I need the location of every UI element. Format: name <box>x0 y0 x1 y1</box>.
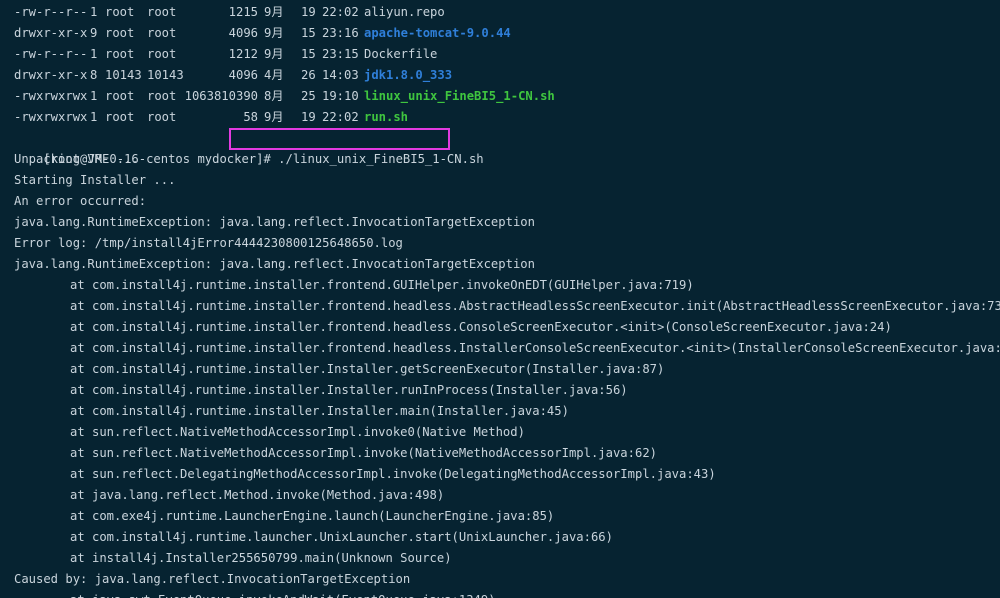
listing-month: 4月 <box>264 68 284 82</box>
listing-dirname: apache-tomcat-9.0.44 <box>364 26 511 40</box>
stack-trace-line: at com.install4j.runtime.installer.front… <box>70 341 1000 355</box>
stack-trace-line: at com.install4j.runtime.installer.Insta… <box>70 383 628 397</box>
listing-group: root <box>147 5 177 19</box>
listing-time: 22:02 <box>322 110 359 124</box>
listing-row: -rwxrwxrwx 1 root root 58 9月 19 22:02 ru… <box>14 107 408 128</box>
listing-month: 9月 <box>264 5 284 19</box>
caused-by-line: Caused by: java.lang.reflect.InvocationT… <box>14 572 411 586</box>
listing-perms: drwxr-xr-x <box>14 68 88 82</box>
listing-row: -rwxrwxrwx 1 root root 1063810390 8月 25 … <box>14 86 555 107</box>
listing-perms: -rw-r--r-- <box>14 5 88 19</box>
listing-filename: Dockerfile <box>364 47 438 61</box>
listing-owner: root <box>105 110 135 124</box>
listing-size: 58 <box>243 110 258 124</box>
listing-row: drwxr-xr-x 8 10143 10143 4096 4月 26 14:0… <box>14 65 452 86</box>
listing-perms: -rwxrwxrwx <box>14 89 88 103</box>
listing-owner: root <box>105 47 135 61</box>
stack-trace-line: at sun.reflect.DelegatingMethodAccessorI… <box>70 467 716 481</box>
stack-trace-line: at com.install4j.runtime.installer.front… <box>70 299 1000 313</box>
listing-month: 9月 <box>264 26 284 40</box>
output-line: Error log: /tmp/install4jError4444230800… <box>14 236 403 250</box>
listing-owner: root <box>105 26 135 40</box>
output-line: An error occurred: <box>14 194 147 208</box>
stack-trace-line: at com.install4j.runtime.launcher.UnixLa… <box>70 530 613 544</box>
listing-dirname: jdk1.8.0_333 <box>364 68 453 82</box>
output-line: java.lang.RuntimeException: java.lang.re… <box>14 215 535 229</box>
terminal-window[interactable]: -rw-r--r-- 1 root root 1215 9月 19 22:02 … <box>0 0 1000 598</box>
listing-day: 26 <box>301 68 316 82</box>
listing-group: root <box>147 89 177 103</box>
listing-links: 1 <box>90 5 98 19</box>
listing-group: root <box>147 26 177 40</box>
stack-trace-line-partial: at java.awt.EventQueue.invokeAndWait(Eve… <box>70 590 496 598</box>
listing-owner: root <box>105 89 135 103</box>
listing-month: 9月 <box>264 47 284 61</box>
listing-links: 9 <box>90 26 98 40</box>
stack-trace-line: at sun.reflect.NativeMethodAccessorImpl.… <box>70 446 657 460</box>
listing-perms: drwxr-xr-x <box>14 26 88 40</box>
output-line: Starting Installer ... <box>14 173 176 187</box>
command-text[interactable]: ./linux_unix_FineBI5_1-CN.sh <box>271 152 483 166</box>
listing-owner: root <box>105 5 135 19</box>
listing-executable-name: linux_unix_FineBI5_1-CN.sh <box>364 89 555 103</box>
stack-trace-line: at sun.reflect.NativeMethodAccessorImpl.… <box>70 425 525 439</box>
listing-month: 8月 <box>264 89 284 103</box>
listing-perms: -rwxrwxrwx <box>14 110 88 124</box>
listing-perms: -rw-r--r-- <box>14 47 88 61</box>
output-line: Unpacking JRE ... <box>14 152 139 166</box>
listing-group: root <box>147 110 177 124</box>
stack-trace-line: at com.exe4j.runtime.LauncherEngine.laun… <box>70 509 555 523</box>
listing-time: 23:16 <box>322 26 359 40</box>
listing-executable-name: run.sh <box>364 110 409 124</box>
listing-size: 1063810390 <box>184 89 258 103</box>
output-line: java.lang.RuntimeException: java.lang.re… <box>14 257 535 271</box>
listing-row: drwxr-xr-x 9 root root 4096 9月 15 23:16 … <box>14 23 511 44</box>
listing-time: 14:03 <box>322 68 359 82</box>
listing-size: 4096 <box>228 26 258 40</box>
listing-row: -rw-r--r-- 1 root root 1215 9月 19 22:02 … <box>14 2 445 23</box>
listing-filename: aliyun.repo <box>364 5 445 19</box>
listing-size: 1212 <box>228 47 258 61</box>
command-highlight-box <box>229 128 450 150</box>
listing-time: 19:10 <box>322 89 359 103</box>
listing-day: 25 <box>301 89 316 103</box>
listing-month: 9月 <box>264 110 284 124</box>
listing-time: 23:15 <box>322 47 359 61</box>
listing-day: 15 <box>301 47 316 61</box>
listing-row: -rw-r--r-- 1 root root 1212 9月 15 23:15 … <box>14 44 437 65</box>
listing-size: 1215 <box>228 5 258 19</box>
listing-day: 19 <box>301 5 316 19</box>
stack-trace-line: at com.install4j.runtime.installer.Insta… <box>70 362 665 376</box>
listing-time: 22:02 <box>322 5 359 19</box>
listing-links: 1 <box>90 89 98 103</box>
stack-trace-line: at install4j.Installer255650799.main(Unk… <box>70 551 452 565</box>
listing-size: 4096 <box>228 68 258 82</box>
stack-trace-line: at com.install4j.runtime.installer.front… <box>70 320 892 334</box>
listing-links: 1 <box>90 47 98 61</box>
stack-trace-line: at com.install4j.runtime.installer.front… <box>70 278 694 292</box>
listing-links: 8 <box>90 68 98 82</box>
listing-day: 19 <box>301 110 316 124</box>
listing-day: 15 <box>301 26 316 40</box>
listing-group: root <box>147 47 177 61</box>
listing-links: 1 <box>90 110 98 124</box>
stack-trace-line: at com.install4j.runtime.installer.Insta… <box>70 404 569 418</box>
stack-trace-line: at java.lang.reflect.Method.invoke(Metho… <box>70 488 445 502</box>
listing-owner: 10143 <box>105 68 142 82</box>
